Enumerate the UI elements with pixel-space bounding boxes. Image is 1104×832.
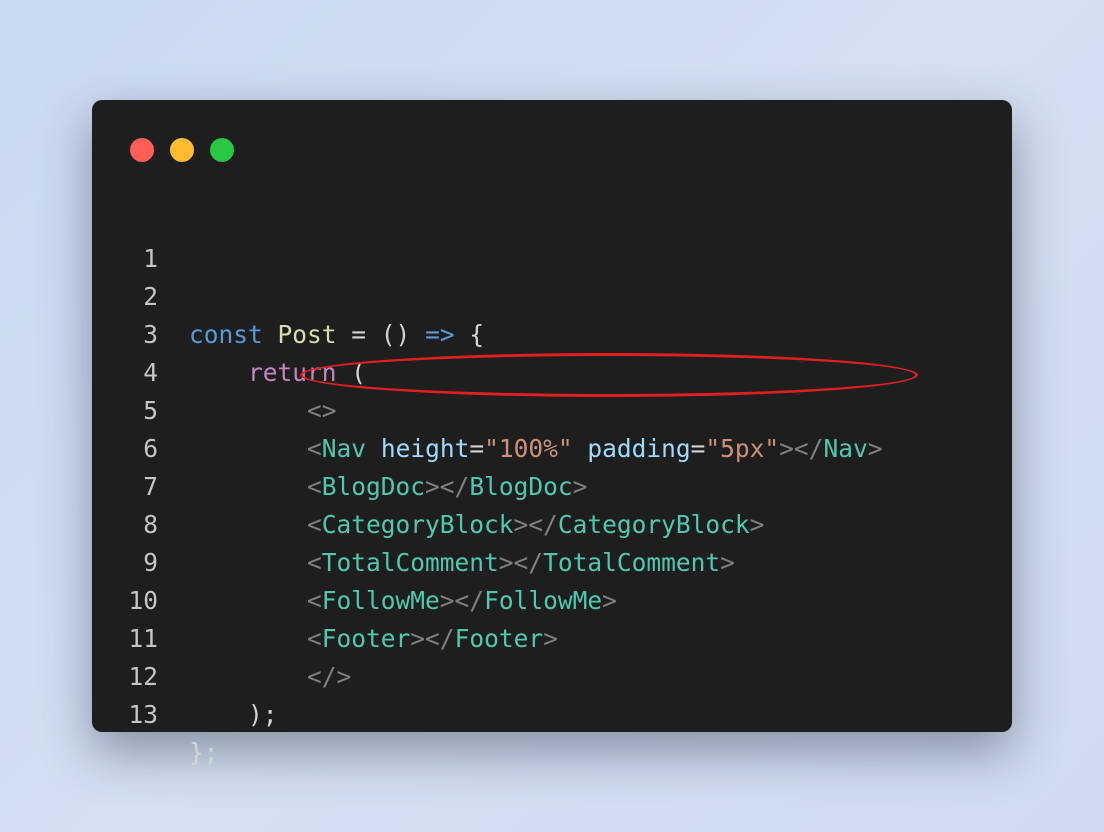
code-line-3: 3 return ( <box>92 278 1012 387</box>
code-line-5: 5 <Nav height="100%" padding="5px"></Nav… <box>92 354 1012 463</box>
code-line-4: 4 <> <box>92 316 1012 425</box>
traffic-lights <box>130 138 234 162</box>
code-line-11: 11 </> <box>92 582 1012 691</box>
code-line-2: 2 const Post = () => { <box>92 240 1012 349</box>
code-line-10: 10 <Footer></Footer> <box>92 544 1012 653</box>
line-source: ); <box>189 696 278 734</box>
line-source: }; <box>189 734 219 772</box>
code-line-13: 13 }; <box>92 658 1012 767</box>
minimize-button[interactable] <box>170 138 194 162</box>
code-line-8: 8 <TotalComment></TotalComment> <box>92 468 1012 577</box>
code-line-1: 1 <box>92 202 1012 273</box>
code-line-12: 12 ); <box>92 620 1012 729</box>
code-line-9: 9 <FollowMe></FollowMe> <box>92 506 1012 615</box>
maximize-button[interactable] <box>210 138 234 162</box>
line-number: 13 <box>128 700 158 729</box>
close-paren: ); <box>248 700 278 729</box>
code-window: 1 2 const Post = () => { 3 return ( 4 <>… <box>92 100 1012 767</box>
close-brace: }; <box>189 738 219 767</box>
code-block: 1 2 const Post = () => { 3 return ( 4 <>… <box>92 202 1012 767</box>
code-line-7: 7 <CategoryBlock></CategoryBlock> <box>92 430 1012 539</box>
code-line-6: 6 <BlogDoc></BlogDoc> <box>92 392 1012 501</box>
close-button[interactable] <box>130 138 154 162</box>
